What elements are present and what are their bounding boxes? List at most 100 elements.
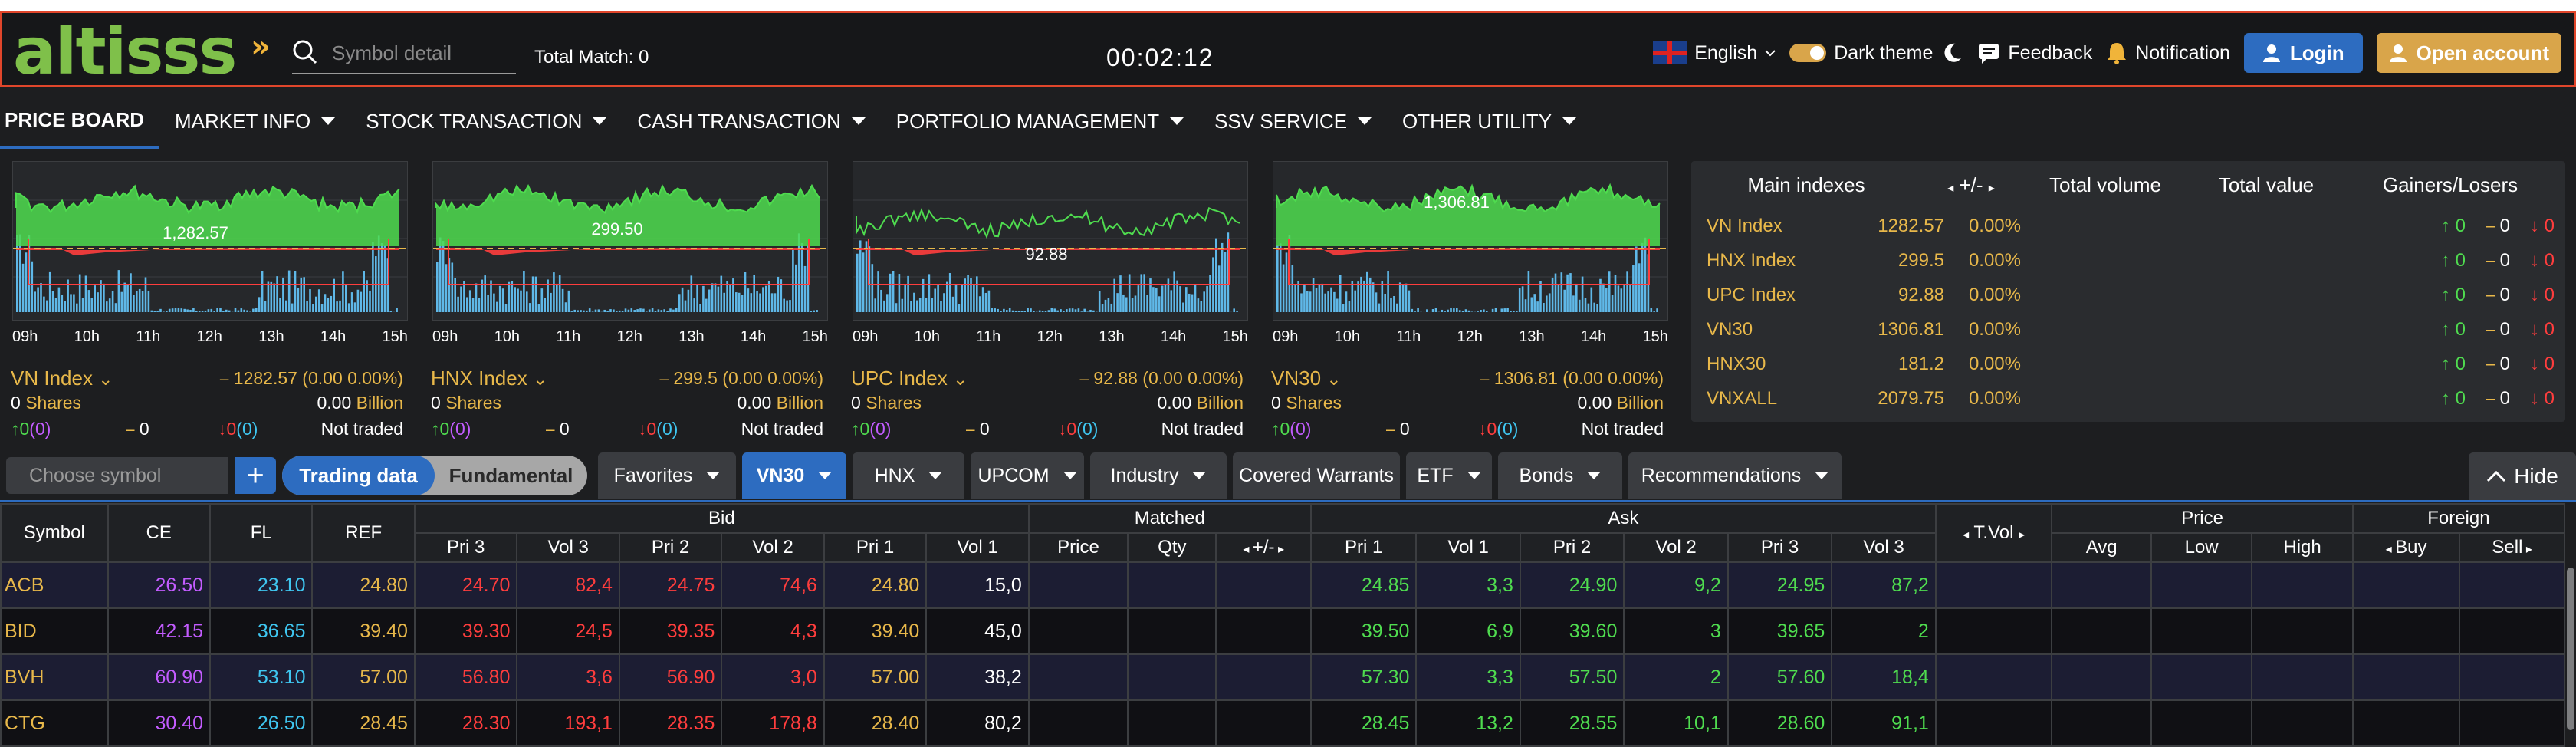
nav-cash-transaction[interactable]: CASH TRANSACTION [622, 94, 880, 149]
volume-bar [1039, 311, 1041, 312]
volume-bar [1531, 297, 1533, 312]
main-index-name: HNX30 [1691, 354, 1829, 375]
arrow-left-icon[interactable]: ◂ [2386, 543, 2395, 556]
nav-stock-transaction[interactable]: STOCK TRANSACTION [350, 94, 622, 149]
hour-tick: 09h [1273, 328, 1298, 346]
index-mini-chart[interactable]: 1,282.57 [12, 161, 408, 321]
notification-link[interactable]: Notification [2106, 41, 2230, 64]
table-row[interactable]: CTG30.4026.5028.4528.30193,128.35178,828… [1, 700, 2564, 746]
dark-theme-toggle[interactable]: Dark theme [1789, 41, 1963, 64]
volume-bar [943, 293, 945, 312]
caret-down-icon [706, 472, 720, 479]
volume-bar [526, 291, 528, 312]
nav-other-utility[interactable]: OTHER UTILITY [1387, 94, 1592, 149]
index-name-dropdown[interactable]: VN30 [1271, 367, 1326, 390]
volume-bar [699, 304, 702, 312]
tab-favorites[interactable]: Favorites [598, 452, 736, 499]
main-index-row[interactable]: VNXALL2079.750.00%↑ 0⎯ 0↓ 0 [1691, 381, 2565, 416]
nav-portfolio-management[interactable]: PORTFOLIO MANAGEMENT [881, 94, 1199, 149]
volume-bar [91, 298, 94, 312]
arrow-right-icon[interactable]: ▸ [1275, 543, 1284, 556]
volume-bar [672, 310, 675, 312]
arrow-right-icon[interactable]: ▸ [2522, 543, 2532, 556]
volume-bar [291, 304, 294, 312]
open-account-button[interactable]: Open account [2377, 33, 2561, 73]
fundamental-tab[interactable]: Fundamental [435, 456, 587, 495]
tvol-cell [1936, 654, 2052, 700]
user-icon [2262, 44, 2281, 62]
tab-etf[interactable]: ETF [1406, 452, 1492, 499]
col-tvol[interactable]: ◂ T.Vol ▸ [1936, 504, 2052, 562]
nav-ssv-service[interactable]: SSV SERVICE [1199, 94, 1387, 149]
volume-bar [46, 301, 48, 312]
tab-industry[interactable]: Industry [1090, 452, 1227, 499]
language-selector[interactable]: English [1653, 41, 1776, 64]
index-mini-chart[interactable]: 1,306.81 [1273, 161, 1668, 321]
main-index-pct: 0.00% [1944, 354, 2021, 375]
arrow-left-icon[interactable]: ◂ [1243, 543, 1252, 556]
index-name-dropdown[interactable]: UPC Index [851, 367, 953, 390]
index-name-dropdown[interactable]: VN Index [11, 367, 98, 390]
table-scrollbar[interactable] [2567, 568, 2574, 730]
nav-market-info[interactable]: MARKET INFO [159, 94, 350, 149]
volume-bar [886, 294, 889, 312]
table-row[interactable]: BVH60.9053.1057.0056.803,656.903,057.003… [1, 654, 2564, 700]
choose-symbol-input[interactable] [6, 457, 228, 494]
volume-bar [1155, 288, 1158, 312]
price-cell [2252, 608, 2352, 654]
volume-bar [1605, 288, 1608, 312]
volume-bar [813, 311, 815, 312]
main-index-row[interactable]: VN Index1282.570.00%↑ 0⎯ 0↓ 0 [1691, 209, 2565, 243]
toggle-switch[interactable] [1789, 44, 1826, 62]
sub-header-label: Sell [2492, 537, 2522, 558]
volume-bar [973, 285, 975, 312]
search-icon[interactable] [292, 39, 318, 65]
volume-bar [16, 235, 18, 312]
table-row[interactable]: BID42.1536.6539.4039.3024,539.354,339.40… [1, 608, 2564, 654]
main-index-row[interactable]: HNX30181.20.00%↑ 0⎯ 0↓ 0 [1691, 347, 2565, 381]
volume-bar [1549, 293, 1551, 312]
volume-bar [1612, 295, 1614, 312]
login-button[interactable]: Login [2244, 33, 2363, 73]
main-index-row[interactable]: UPC Index92.880.00%↑ 0⎯ 0↓ 0 [1691, 278, 2565, 312]
symbol-search-input[interactable] [332, 36, 516, 70]
volume-bar [741, 295, 744, 312]
volume-bar [1309, 291, 1312, 312]
feedback-link[interactable]: Feedback [1977, 41, 2092, 64]
volume-bar [235, 308, 237, 312]
tab-bonds[interactable]: Bonds [1498, 452, 1622, 499]
main-index-row[interactable]: VN301306.810.00%↑ 0⎯ 0↓ 0 [1691, 312, 2565, 347]
index-shares: 0 Shares [431, 393, 501, 413]
volume-bar [985, 293, 987, 312]
volume-bar [1602, 284, 1605, 312]
bid-cell: 24.70 [415, 562, 517, 608]
ask-cell: 2 [1624, 654, 1727, 700]
volume-bar [979, 296, 981, 312]
tab-vn30[interactable]: VN30 [742, 452, 846, 499]
tab-upcom[interactable]: UPCOM [971, 452, 1084, 499]
trading-data-tab[interactable]: Trading data [282, 456, 435, 495]
volume-bar [205, 311, 207, 312]
hide-button[interactable]: Hide [2469, 452, 2576, 500]
tab-recommendations[interactable]: Recommendations [1628, 452, 1842, 499]
add-symbol-button[interactable]: + [235, 457, 276, 494]
main-index-row[interactable]: HNX Index299.50.00%↑ 0⎯ 0↓ 0 [1691, 243, 2565, 278]
tab-covered-warrants[interactable]: Covered Warrants [1233, 452, 1400, 499]
volume-bar [1012, 311, 1014, 312]
col-change[interactable]: ◂ +/- ▸ [1921, 173, 2021, 197]
index-mini-chart[interactable]: 92.88 [853, 161, 1248, 321]
table-row[interactable]: ACB26.5023.1024.8024.7082,424.7574,624.8… [1, 562, 2564, 608]
volume-bar [1078, 308, 1080, 312]
index-mini-chart[interactable]: 299.50 [432, 161, 828, 321]
hour-tick: 11h [136, 328, 160, 346]
volume-bar [273, 284, 275, 312]
nav-price-board[interactable]: PRICE BOARD [0, 94, 159, 149]
volume-bar [1656, 308, 1658, 312]
symbol-cell: BID [1, 608, 108, 654]
index-name-dropdown[interactable]: HNX Index [431, 367, 533, 390]
volume-bar [378, 235, 380, 312]
login-label: Login [2290, 41, 2344, 65]
caret-down-icon [1192, 472, 1206, 479]
altisss-logo[interactable]: altisss» [13, 21, 235, 82]
tab-hnx[interactable]: HNX [853, 452, 964, 499]
